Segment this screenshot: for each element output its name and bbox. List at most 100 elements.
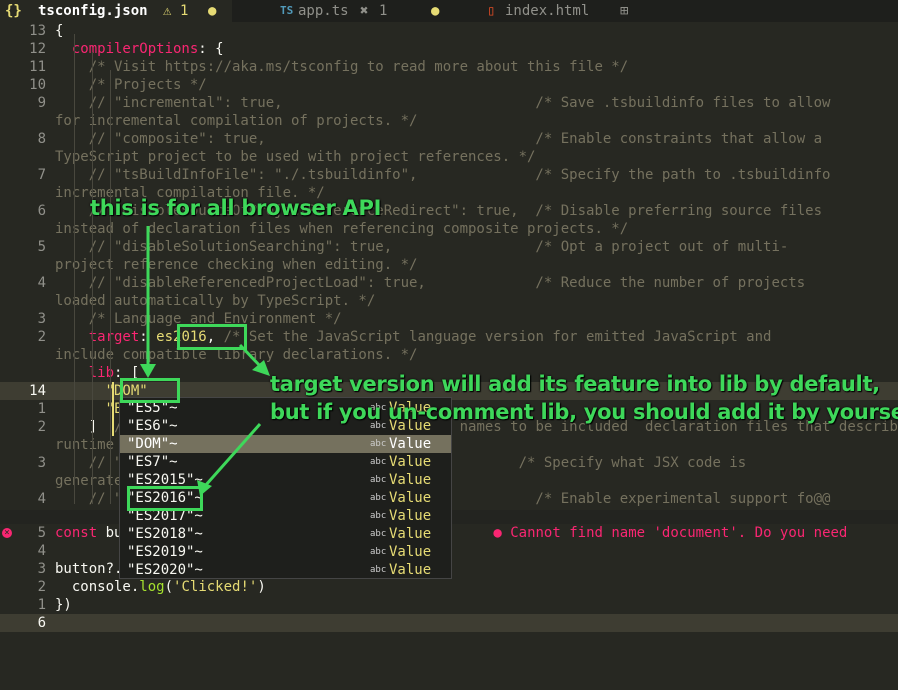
code-line[interactable]: include compatible library declarations.… xyxy=(0,346,898,364)
line-code: // "disableReferencedProjectLoad": true,… xyxy=(55,275,806,291)
code-line[interactable]: TypeScript project to be used with proje… xyxy=(0,148,898,166)
line-number: 1 xyxy=(37,597,46,613)
code-line[interactable]: 7 // "tsBuildInfoFile": "./.tsbuildinfo"… xyxy=(0,166,898,184)
typescript-file-icon: TS xyxy=(280,4,294,17)
warning-icon: ⚠ xyxy=(163,3,172,19)
suggestion-item[interactable]: "ES2020"~ abc Value xyxy=(120,561,451,578)
code-line[interactable]: 13 { xyxy=(0,22,898,40)
html-file-icon: ▯ xyxy=(487,3,496,19)
json-file-icon: {} xyxy=(5,3,22,19)
line-number: 2 xyxy=(37,579,46,595)
text-kind-icon: abc xyxy=(370,439,387,449)
line-code: }) xyxy=(55,597,72,613)
code-line[interactable]: for incremental compilation of projects.… xyxy=(0,112,898,130)
text-kind-icon: abc xyxy=(370,493,387,503)
line-number: 14 xyxy=(29,383,46,399)
code-line[interactable]: loaded automatically by TypeScript. */ xyxy=(0,292,898,310)
text-kind-icon: abc xyxy=(370,457,387,467)
code-line[interactable]: 6 xyxy=(0,614,898,632)
code-line[interactable]: 5 // "disableSolutionSearching": true, /… xyxy=(0,238,898,256)
highlight-dom-box xyxy=(120,378,180,403)
indent-guide xyxy=(110,70,111,504)
line-number: 4 xyxy=(37,543,46,559)
suggestion-item[interactable]: "ES2018"~ abc Value xyxy=(120,525,451,543)
suggestion-detail: Value xyxy=(389,544,432,560)
suggestion-item[interactable]: "DOM"~ abc Value xyxy=(120,435,451,453)
line-code: compilerOptions: { xyxy=(71,41,224,57)
unsaved-dot-icon[interactable]: ● xyxy=(208,0,216,22)
line-code: { xyxy=(55,23,64,39)
line-code: console.log('Clicked!') xyxy=(55,579,266,595)
suggestion-detail: Value xyxy=(389,562,432,578)
warning-count: 1 xyxy=(180,3,189,19)
editor-empty-area xyxy=(0,634,898,690)
code-line[interactable]: 9 // "incremental": true, /* Save .tsbui… xyxy=(0,94,898,112)
code-line[interactable]: 4 // "disableReferencedProjectLoad": tru… xyxy=(0,274,898,292)
suggestion-item[interactable]: "ES2019"~ abc Value xyxy=(120,543,451,561)
line-number: 1 xyxy=(37,401,46,417)
error-icon: ✖ xyxy=(360,3,369,19)
suggestion-label: "ES2020"~ xyxy=(127,562,203,578)
highlight-target-box xyxy=(177,324,247,350)
line-number: 6 xyxy=(37,203,46,219)
code-line[interactable]: 12 compilerOptions: { xyxy=(0,40,898,58)
line-number: 7 xyxy=(37,167,46,183)
suggestion-label: "ES6"~ xyxy=(127,418,178,434)
code-line[interactable]: instead of declaration files when refere… xyxy=(0,220,898,238)
suggestion-item[interactable]: "ES7"~ abc Value xyxy=(120,453,451,471)
tab-app-ts[interactable]: TS app.ts ✖ 1 ● xyxy=(234,0,454,22)
line-number: 13 xyxy=(29,23,46,39)
tab-index-html[interactable]: ▯ index.html ⊞ xyxy=(480,0,680,22)
annotation-browser-api: this is for all browser API xyxy=(90,196,382,220)
line-code: // "incremental": true, /* Save .tsbuild… xyxy=(55,95,831,111)
line-number: 9 xyxy=(37,95,46,111)
line-number: 3 xyxy=(37,455,46,471)
annotation-target-line1: target version will add its feature into… xyxy=(270,372,880,396)
text-kind-icon: abc xyxy=(370,565,387,575)
tab-label: app.ts xyxy=(298,3,349,19)
suggestion-detail: Value xyxy=(389,526,432,542)
line-code: TypeScript project to be used with proje… xyxy=(55,149,536,165)
line-number: 8 xyxy=(37,131,46,147)
error-marker-icon[interactable]: × xyxy=(2,528,12,538)
text-kind-icon: abc xyxy=(370,475,387,485)
suggestion-detail: Value xyxy=(389,508,432,524)
annotation-target-line2: but if you un-comment lib, you should ad… xyxy=(270,400,898,424)
suggestion-label: "DOM"~ xyxy=(127,436,178,452)
line-number: 4 xyxy=(37,275,46,291)
code-line[interactable]: 10 /* Projects */ xyxy=(0,76,898,94)
line-code: instead of declaration files when refere… xyxy=(55,221,629,237)
line-code: /* Projects */ xyxy=(55,77,207,93)
tab-tsconfig[interactable]: {} tsconfig.json ⚠ 1 ● xyxy=(0,0,232,22)
code-line[interactable]: 3 /* Language and Environment */ xyxy=(0,310,898,328)
line-code: /* Visit https://aka.ms/tsconfig to read… xyxy=(55,59,629,75)
suggestion-detail: Value xyxy=(389,436,432,452)
code-line[interactable]: 8 // "composite": true, /* Enable constr… xyxy=(0,130,898,148)
line-number: 2 xyxy=(37,329,46,345)
suggestion-detail: Value xyxy=(389,454,432,470)
code-line[interactable]: 1}) xyxy=(0,596,898,614)
line-number: 6 xyxy=(37,615,46,631)
error-count: 1 xyxy=(379,3,388,19)
code-line[interactable]: project reference checking when editing.… xyxy=(0,256,898,274)
code-line[interactable]: 2 console.log('Clicked!') xyxy=(0,578,898,596)
code-line[interactable]: 2 target: es2016, /* Set the JavaScript … xyxy=(0,328,898,346)
line-number: 12 xyxy=(29,41,46,57)
line-code: // "disableSolutionSearching": true, /* … xyxy=(55,239,789,255)
tab-label: tsconfig.json xyxy=(38,3,148,19)
highlight-es2016-box xyxy=(127,486,203,511)
line-code: target: es2016, /* Set the JavaScript la… xyxy=(88,329,772,345)
suggestion-label: "ES2019"~ xyxy=(127,544,203,560)
tab-label: index.html xyxy=(505,3,590,19)
text-kind-icon: abc xyxy=(370,547,387,557)
text-kind-icon: abc xyxy=(370,529,387,539)
unsaved-dot-icon[interactable]: ● xyxy=(431,0,439,22)
text-kind-icon: abc xyxy=(370,511,387,521)
suggestion-label: "ES2018"~ xyxy=(127,526,203,542)
line-number: 3 xyxy=(37,311,46,327)
split-editor-icon[interactable]: ⊞ xyxy=(620,0,628,22)
line-code: loaded automatically by TypeScript. */ xyxy=(55,293,376,309)
code-line[interactable]: 11 /* Visit https://aka.ms/tsconfig to r… xyxy=(0,58,898,76)
line-code: // "composite": true, /* Enable constrai… xyxy=(55,131,823,147)
suggestion-detail: Value xyxy=(389,472,432,488)
